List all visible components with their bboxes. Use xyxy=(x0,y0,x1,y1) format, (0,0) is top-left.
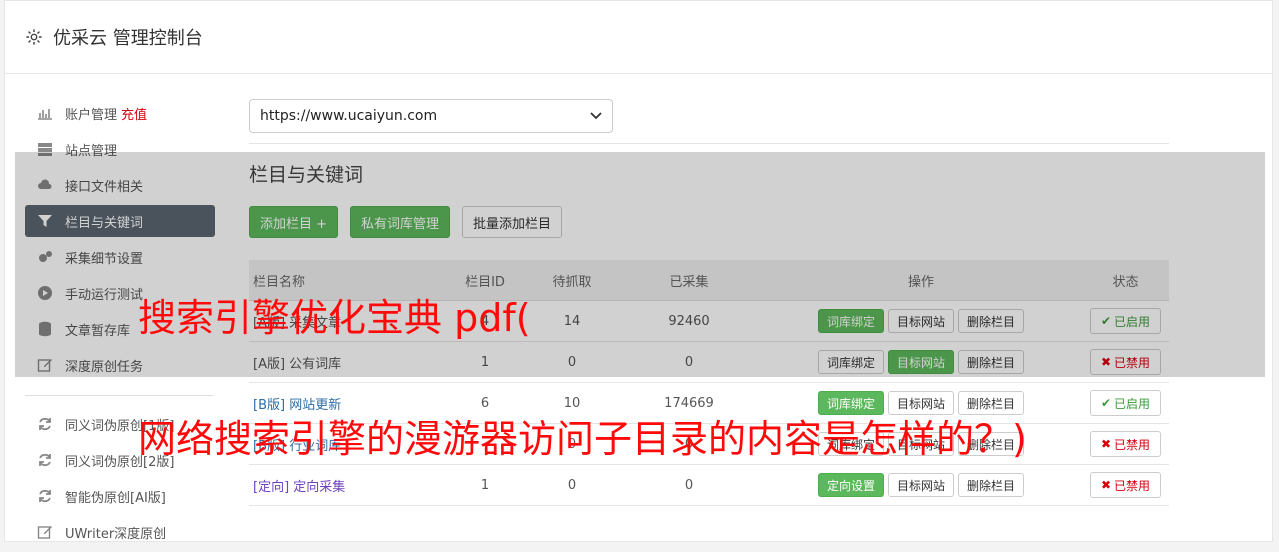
watermark-line-2: 网络搜索引擎的漫游器访问子目录的内容是怎样的？) xyxy=(138,417,1027,461)
table-row: [定向] 定向采集 1 0 0 定向设置 目标网站 删除栏目 ✖ 已禁用 xyxy=(249,464,1169,506)
sidebar-item-label: 深度原创任务 xyxy=(65,359,144,375)
col-header-actions: 操作 xyxy=(760,260,1082,301)
delete-column-button[interactable]: 删除栏目 xyxy=(958,309,1025,333)
check-icon: ✔ xyxy=(1100,314,1112,328)
close-icon: ✖ xyxy=(1100,478,1112,492)
batch-add-button[interactable]: 批量添加栏目 xyxy=(462,206,563,238)
cogs-icon xyxy=(39,251,52,262)
sidebar-item-deep-original[interactable]: 深度原创任务 xyxy=(25,349,215,381)
table-row: [A版] 公有词库 1 0 0 词库绑定 目标网站 删除栏目 ✖ 已禁用 xyxy=(249,341,1169,383)
delete-column-button[interactable]: 删除栏目 xyxy=(958,350,1025,374)
row-actions: 定向设置 目标网站 删除栏目 xyxy=(761,473,1081,497)
server-icon xyxy=(38,143,52,156)
database-icon xyxy=(39,321,51,337)
target-site-button[interactable]: 目标网站 xyxy=(887,350,954,374)
sidebar-item-label: 栏目与关键词 xyxy=(65,215,144,231)
status-label: 已启用 xyxy=(1114,314,1151,329)
sidebar-item-account[interactable]: 账户管理 充值 xyxy=(25,97,215,129)
page-title: 优采云 管理控制台 xyxy=(53,28,203,49)
sidebar-item-sites[interactable]: 站点管理 xyxy=(25,133,215,165)
col-header-collected: 已采集 xyxy=(618,260,760,301)
status-label: 已启用 xyxy=(1114,396,1151,411)
collected-count: 92460 xyxy=(618,300,760,342)
lexicon-bind-button[interactable]: 词库绑定 xyxy=(817,350,884,374)
sidebar-item-label: 手动运行测试 xyxy=(65,287,144,303)
filter-icon xyxy=(38,215,52,227)
column-name-link[interactable]: [B版] 网站更新 xyxy=(253,398,341,413)
section-title: 栏目与关键词 xyxy=(249,164,364,186)
sidebar-item-uwriter[interactable]: UWriter深度原创 xyxy=(25,516,215,548)
sidebar-item-label: 智能伪原创[AI版] xyxy=(65,490,166,506)
col-header-pending: 待抓取 xyxy=(526,260,618,301)
collected-count: 0 xyxy=(618,464,760,506)
row-actions: 词库绑定 目标网站 删除栏目 xyxy=(761,309,1081,333)
status-label: 已禁用 xyxy=(1114,478,1151,493)
recharge-link[interactable]: 充值 xyxy=(121,104,147,123)
watermark-line-1: 搜索引擎优化宝典 pdf( xyxy=(138,296,531,340)
gear-icon xyxy=(26,29,42,45)
target-site-button[interactable]: 目标网站 xyxy=(887,391,954,415)
pending-count: 0 xyxy=(526,464,618,506)
sidebar-item-api[interactable]: 接口文件相关 xyxy=(25,169,215,201)
status-toggle[interactable]: ✔ 已启用 xyxy=(1089,390,1162,416)
divider xyxy=(249,143,1169,144)
lexicon-bind-button[interactable]: 定向设置 xyxy=(817,473,884,497)
lexicon-bind-button[interactable]: 词库绑定 xyxy=(817,309,884,333)
sidebar-item-collect-settings[interactable]: 采集细节设置 xyxy=(25,241,215,273)
column-id: 1 xyxy=(444,464,526,506)
collected-count: 0 xyxy=(618,341,760,383)
status-label: 已禁用 xyxy=(1114,355,1151,370)
sidebar-item-label: 文章暂存库 xyxy=(65,323,131,339)
refresh-icon xyxy=(39,453,51,467)
table-header: 栏目名称 栏目ID 待抓取 已采集 操作 状态 xyxy=(249,260,1169,301)
row-actions: 词库绑定 目标网站 删除栏目 xyxy=(761,391,1081,415)
col-header-name: 栏目名称 xyxy=(249,260,444,301)
refresh-icon xyxy=(39,417,51,431)
status-toggle[interactable]: ✖ 已禁用 xyxy=(1089,472,1162,498)
sidebar-item-label: 站点管理 xyxy=(65,143,118,159)
column-name-link[interactable]: [A版] 公有词库 xyxy=(253,357,341,372)
row-actions: 词库绑定 目标网站 删除栏目 xyxy=(761,350,1081,374)
col-header-status: 状态 xyxy=(1082,260,1169,301)
pending-count: 14 xyxy=(526,300,618,342)
chevron-down-icon xyxy=(590,112,602,120)
status-toggle[interactable]: ✔ 已启用 xyxy=(1089,308,1162,334)
close-icon: ✖ xyxy=(1100,437,1112,451)
target-site-button[interactable]: 目标网站 xyxy=(887,473,954,497)
sidebar-item-ai-rewrite[interactable]: 智能伪原创[AI版] xyxy=(25,480,215,512)
sidebar-item-label: 采集细节设置 xyxy=(65,251,144,267)
header: 优采云 管理控制台 xyxy=(5,1,1272,74)
pending-count: 0 xyxy=(526,341,618,383)
status-toggle[interactable]: ✖ 已禁用 xyxy=(1089,431,1162,457)
bar-chart-icon xyxy=(38,109,52,120)
check-icon: ✔ xyxy=(1100,396,1112,410)
sidebar-item-columns[interactable]: 栏目与关键词 xyxy=(25,205,215,237)
target-site-button[interactable]: 目标网站 xyxy=(887,309,954,333)
sidebar-item-label: 接口文件相关 xyxy=(65,179,144,195)
edit-icon xyxy=(37,359,52,372)
play-circle-icon xyxy=(38,286,52,300)
site-select[interactable]: https://www.ucaiyun.com xyxy=(249,99,613,133)
lexicon-bind-button[interactable]: 词库绑定 xyxy=(817,391,884,415)
site-select-value: https://www.ucaiyun.com xyxy=(260,108,438,124)
status-label: 已禁用 xyxy=(1114,437,1151,452)
delete-column-button[interactable]: 删除栏目 xyxy=(958,473,1025,497)
refresh-icon xyxy=(39,489,51,503)
delete-column-button[interactable]: 删除栏目 xyxy=(958,391,1025,415)
col-header-id: 栏目ID xyxy=(444,260,526,301)
add-column-button[interactable]: 添加栏目 + xyxy=(249,206,339,238)
close-icon: ✖ xyxy=(1100,355,1112,369)
sidebar-item-label: UWriter深度原创 xyxy=(65,526,167,542)
toolbar: 添加栏目 + 私有词库管理 批量添加栏目 xyxy=(249,206,1169,238)
column-name-link[interactable]: [定向] 定向采集 xyxy=(253,480,345,495)
edit-icon xyxy=(37,526,52,539)
private-lexicon-button[interactable]: 私有词库管理 xyxy=(350,206,451,238)
cloud-upload-icon xyxy=(38,179,52,189)
sidebar-divider xyxy=(25,395,213,396)
column-id: 1 xyxy=(444,341,526,383)
sidebar-item-label: 账户管理 xyxy=(65,107,118,123)
status-toggle[interactable]: ✖ 已禁用 xyxy=(1089,349,1162,375)
